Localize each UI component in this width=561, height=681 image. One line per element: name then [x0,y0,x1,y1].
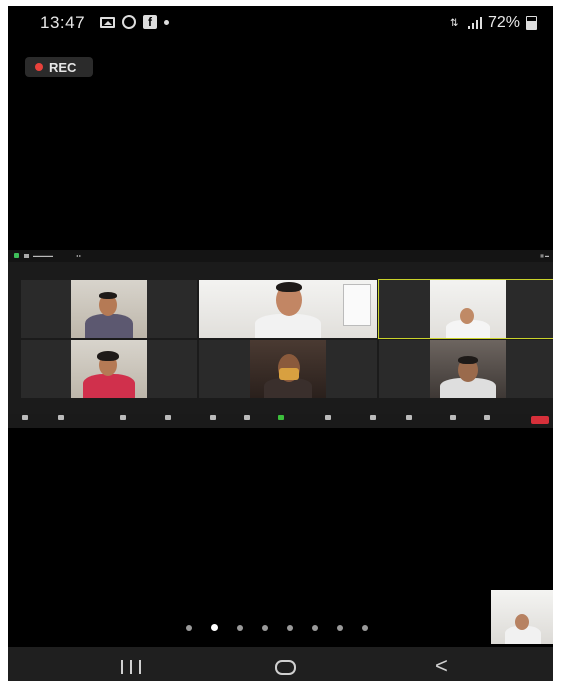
recording-indicator[interactable]: REC [25,57,93,77]
end-meeting-button [531,416,549,424]
camera-icon [24,254,29,258]
security-button [108,414,138,428]
pause-icon [325,415,331,420]
participant-body [83,374,135,398]
back-icon[interactable]: < [435,655,448,677]
gallery-grid [21,279,553,398]
page-dot [312,624,318,631]
participant-tile-active-speaker[interactable] [378,279,553,339]
breakout-rooms-button [394,414,424,428]
whatsapp-icon [122,15,136,29]
page-dot [262,624,268,631]
participants-button [153,414,183,428]
closed-caption-button [358,414,388,428]
share-screen-button [266,414,296,428]
page-dot-current [211,624,218,631]
facebook-icon: f [143,15,157,29]
shared-screen: ▬▬▬▬▬ ◂ ▸ ▦ ▬ [8,250,553,428]
participant-body [255,314,321,338]
pause-recording-button [308,414,348,428]
page-arrows-icon: ◂ ▸ [76,253,82,258]
participant-head [460,308,474,324]
participant-video [430,280,506,338]
page-dot [186,624,192,631]
stop-video-button [46,414,76,428]
more-button [472,414,502,428]
recent-apps-icon[interactable] [121,660,141,674]
face-mask [279,368,299,380]
page-dot [337,624,343,631]
participant-video [71,280,147,338]
status-time: 13:47 [40,13,86,32]
participant-hair [276,282,302,292]
security-shield-icon [14,253,19,258]
record-dot-icon [35,63,43,71]
notification-icons: f [100,15,169,29]
participant-tile[interactable] [379,340,553,398]
shield-icon [120,415,126,420]
mute-button [10,414,40,428]
rooms-icon [406,415,412,420]
shared-meeting-topbar: ▬▬▬▬▬ ◂ ▸ ▦ ▬ [8,250,553,262]
emoji-icon [450,415,456,420]
participant-video [250,340,326,398]
data-arrows-icon: ⇅ [449,17,459,29]
phone-screen: 13:47 f ⇅ 72% REC ▬▬▬▬▬ ◂ ▸ ▦ ▬ < [8,6,553,681]
shared-host-name: ▬▬▬▬▬ [33,253,53,258]
participant-tile[interactable] [199,280,377,338]
cc-icon [370,415,376,420]
page-dot [237,624,243,631]
gallery-icon [100,16,115,28]
participant-tile[interactable] [21,280,197,338]
people-icon [165,415,171,420]
home-icon[interactable] [275,660,296,675]
participant-tile[interactable] [199,340,377,398]
whiteboard [343,284,371,326]
polls-button [198,414,228,428]
participant-video [199,280,377,338]
chart-icon [210,415,216,420]
participant-hair [458,356,478,364]
system-indicators: ⇅ 72% [450,14,537,32]
signal-icon [467,17,482,29]
mic-icon [22,415,28,420]
video-icon [58,415,64,420]
android-nav-bar: < [8,647,553,681]
participant-body [85,314,133,338]
shared-zoom-toolbar [8,414,553,428]
reactions-button [438,414,468,428]
battery-percent: 72% [487,14,520,31]
participant-tile[interactable] [21,340,197,398]
status-bar: 13:47 f ⇅ 72% [8,6,553,42]
share-icon [278,415,284,420]
more-icon [484,415,490,420]
chat-button [232,414,262,428]
page-dot [362,624,368,631]
participant-video [71,340,147,398]
recording-label: REC [49,59,77,75]
page-indicator[interactable] [186,624,368,631]
self-view-thumbnail[interactable] [491,590,553,644]
participant-hair [99,292,117,299]
view-icon: ▦ ▬ [540,253,549,258]
page-dot [287,624,293,631]
participant-video [430,340,506,398]
notification-dot-icon [164,19,169,25]
self-head [515,614,529,630]
chat-icon [244,415,250,420]
participant-hair [97,351,119,361]
battery-icon [526,16,537,30]
